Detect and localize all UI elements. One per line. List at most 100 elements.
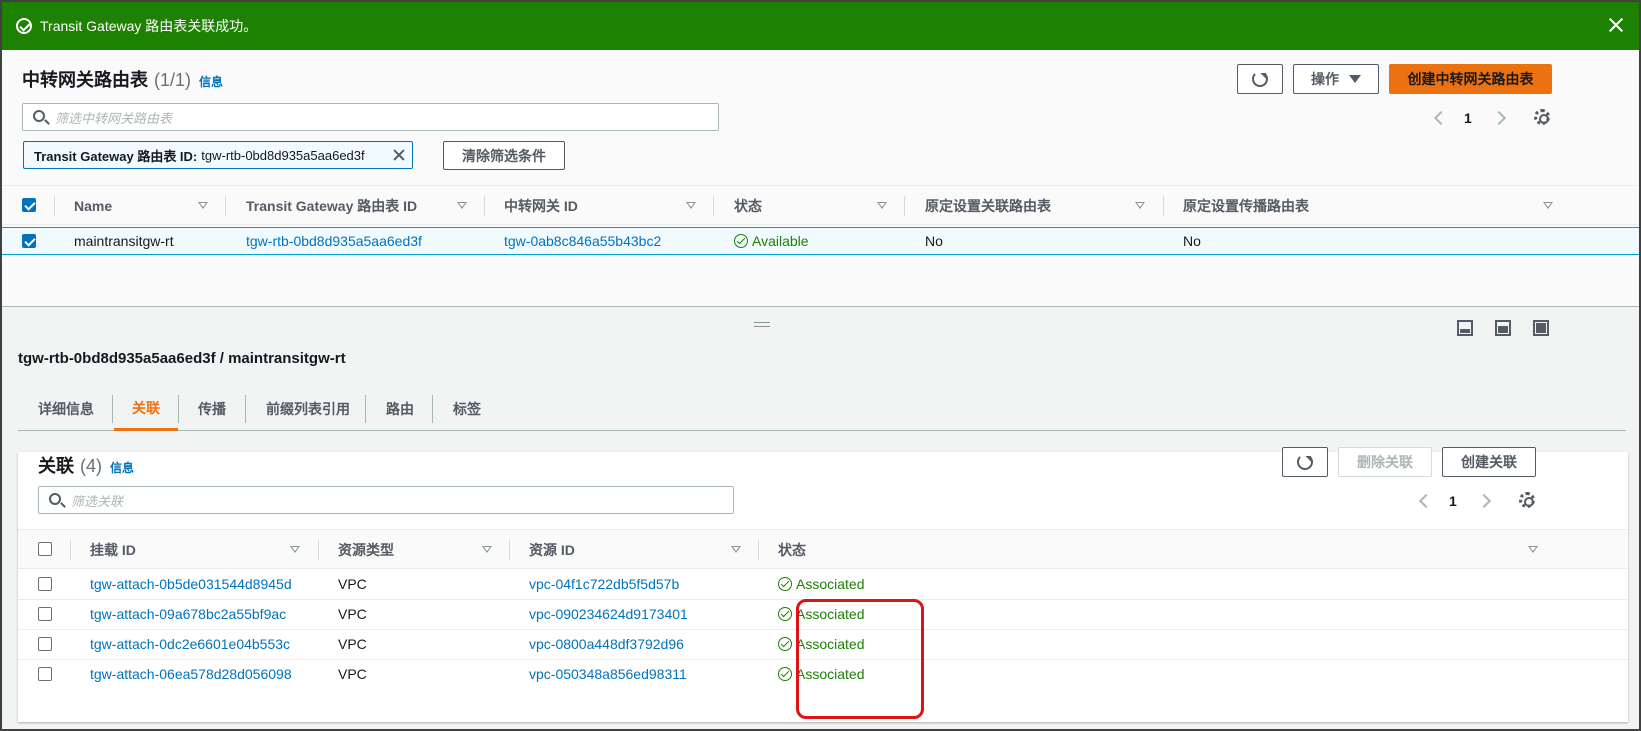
selection-count: (1/1) xyxy=(154,70,192,90)
column-header-name[interactable]: Name xyxy=(74,186,112,226)
sort-icon[interactable] xyxy=(482,546,492,553)
associations-header-row: 挂载 ID 资源类型 资源 ID 状态 xyxy=(18,529,1628,569)
associations-refresh-button[interactable] xyxy=(1282,447,1328,477)
row-state-text: Available xyxy=(752,233,809,249)
status-available-icon xyxy=(734,234,748,248)
association-state-text: Associated xyxy=(796,576,865,592)
row-default-association: No xyxy=(925,233,943,249)
resource-id-link[interactable]: vpc-0800a448df3792d96 xyxy=(529,636,684,652)
actions-label: 操作 xyxy=(1311,71,1339,87)
column-divider xyxy=(318,540,319,560)
column-header-attachment-id[interactable]: 挂载 ID xyxy=(90,530,136,570)
status-associated-icon xyxy=(778,667,792,681)
close-icon[interactable] xyxy=(1607,16,1625,34)
refresh-button[interactable] xyxy=(1237,64,1283,94)
tab-associations[interactable]: 关联 xyxy=(114,387,178,431)
route-table-search-input[interactable]: 筛选中转网关路由表 xyxy=(22,103,719,131)
sort-icon[interactable] xyxy=(686,202,696,209)
tab-divider xyxy=(365,395,366,423)
tab-prefix-list-references[interactable]: 前缀列表引用 xyxy=(266,387,350,431)
settings-gear-icon[interactable] xyxy=(1519,492,1535,508)
resource-id-link[interactable]: vpc-04f1c722db5f5d57b xyxy=(529,576,679,592)
resource-id-link[interactable]: vpc-050348a856ed98311 xyxy=(529,666,687,682)
column-header-default-propagation[interactable]: 原定设置传播路由表 xyxy=(1183,186,1309,226)
sort-icon[interactable] xyxy=(1135,202,1145,209)
row-checkbox[interactable] xyxy=(38,607,52,621)
create-association-button[interactable]: 创建关联 xyxy=(1442,447,1536,477)
column-divider xyxy=(713,196,714,216)
column-header-rtb-id[interactable]: Transit Gateway 路由表 ID xyxy=(246,186,417,226)
detail-tabs: 详细信息 关联 传播 前缀列表引用 路由 标签 xyxy=(18,387,1626,431)
route-table-header: 中转网关路由表 (1/1) 信息 xyxy=(22,66,223,92)
search-placeholder: 筛选中转网关路由表 xyxy=(55,110,173,126)
column-header-resource-type[interactable]: 资源类型 xyxy=(338,530,394,570)
row-rtb-id-link[interactable]: tgw-rtb-0bd8d935a5aa6ed3f xyxy=(246,233,422,249)
resize-handle-icon[interactable] xyxy=(754,322,770,327)
column-divider xyxy=(509,540,510,560)
attachment-id-link[interactable]: tgw-attach-0dc2e6601e04b553c xyxy=(90,636,290,652)
sort-icon[interactable] xyxy=(1528,546,1538,553)
select-all-checkbox[interactable] xyxy=(22,198,36,212)
status-associated-icon xyxy=(778,607,792,621)
chevron-left-icon[interactable] xyxy=(1433,110,1449,126)
sort-icon[interactable] xyxy=(1543,202,1553,209)
attachment-id-link[interactable]: tgw-attach-09a678bc2a55bf9ac xyxy=(90,606,286,622)
create-association-label: 创建关联 xyxy=(1461,454,1517,470)
info-link[interactable]: 信息 xyxy=(199,73,223,90)
associations-search-input[interactable]: 筛选关联 xyxy=(38,486,734,514)
resource-id-link[interactable]: vpc-090234624d9173401 xyxy=(529,606,688,622)
sort-icon[interactable] xyxy=(290,546,300,553)
select-all-checkbox[interactable] xyxy=(38,542,52,556)
success-icon xyxy=(16,18,32,34)
tab-divider xyxy=(112,395,113,423)
tab-divider xyxy=(178,395,179,423)
page-number[interactable]: 1 xyxy=(1449,493,1457,509)
chevron-right-icon[interactable] xyxy=(1476,493,1491,509)
column-divider xyxy=(758,540,759,560)
tab-tags[interactable]: 标签 xyxy=(453,387,481,431)
sort-icon[interactable] xyxy=(198,202,208,209)
settings-gear-icon[interactable] xyxy=(1534,109,1550,125)
delete-association-button[interactable]: 删除关联 xyxy=(1338,447,1432,477)
tab-propagations[interactable]: 传播 xyxy=(198,387,226,431)
attachment-id-link[interactable]: tgw-attach-0b5de031544d8945d xyxy=(90,576,292,592)
column-header-default-association[interactable]: 原定设置关联路由表 xyxy=(925,186,1051,226)
column-divider xyxy=(904,196,905,216)
row-name: maintransitgw-rt xyxy=(74,233,174,249)
table-row[interactable]: tgw-attach-0b5de031544d8945d VPC vpc-04f… xyxy=(18,570,1628,600)
row-state: Available xyxy=(734,233,809,249)
pane-small-icon[interactable] xyxy=(1457,320,1473,336)
row-tgw-id-link[interactable]: tgw-0ab8c846a55b43bc2 xyxy=(504,233,661,249)
column-header-state[interactable]: 状态 xyxy=(734,186,762,226)
row-checkbox[interactable] xyxy=(38,667,52,681)
sort-icon[interactable] xyxy=(457,202,467,209)
row-checkbox[interactable] xyxy=(38,577,52,591)
route-table-panel: 中转网关路由表 (1/1) 信息 操作 创建中转网关路由表 筛选中转网关路由表 … xyxy=(2,50,1639,306)
table-row[interactable]: maintransitgw-rt tgw-rtb-0bd8d935a5aa6ed… xyxy=(2,227,1639,255)
create-route-table-button[interactable]: 创建中转网关路由表 xyxy=(1389,64,1552,94)
chevron-left-icon[interactable] xyxy=(1418,493,1434,509)
column-header-state[interactable]: 状态 xyxy=(778,530,806,570)
pane-medium-icon[interactable] xyxy=(1495,320,1511,336)
column-header-tgw-id[interactable]: 中转网关 ID xyxy=(504,186,578,226)
attachment-id-link[interactable]: tgw-attach-06ea578d28d056098 xyxy=(90,666,292,682)
associations-info-link[interactable]: 信息 xyxy=(110,459,134,476)
tab-details[interactable]: 详细信息 xyxy=(38,387,94,431)
column-divider xyxy=(1163,196,1164,216)
filter-key: Transit Gateway 路由表 ID: xyxy=(34,148,198,164)
column-header-resource-id[interactable]: 资源 ID xyxy=(529,530,575,570)
page-number[interactable]: 1 xyxy=(1464,110,1472,126)
actions-button[interactable]: 操作 xyxy=(1293,64,1379,94)
refresh-icon xyxy=(1252,71,1268,87)
row-checkbox[interactable] xyxy=(38,637,52,651)
clear-filters-button[interactable]: 清除筛选条件 xyxy=(443,141,565,170)
column-divider xyxy=(225,196,226,216)
pane-full-icon[interactable] xyxy=(1533,320,1549,336)
remove-filter-icon[interactable] xyxy=(392,148,406,162)
row-checkbox[interactable] xyxy=(22,234,36,248)
chevron-right-icon[interactable] xyxy=(1491,110,1506,126)
sort-icon[interactable] xyxy=(731,546,741,553)
sort-icon[interactable] xyxy=(877,202,887,209)
tab-routes[interactable]: 路由 xyxy=(386,387,414,431)
filter-value: tgw-rtb-0bd8d935a5aa6ed3f xyxy=(201,147,365,163)
